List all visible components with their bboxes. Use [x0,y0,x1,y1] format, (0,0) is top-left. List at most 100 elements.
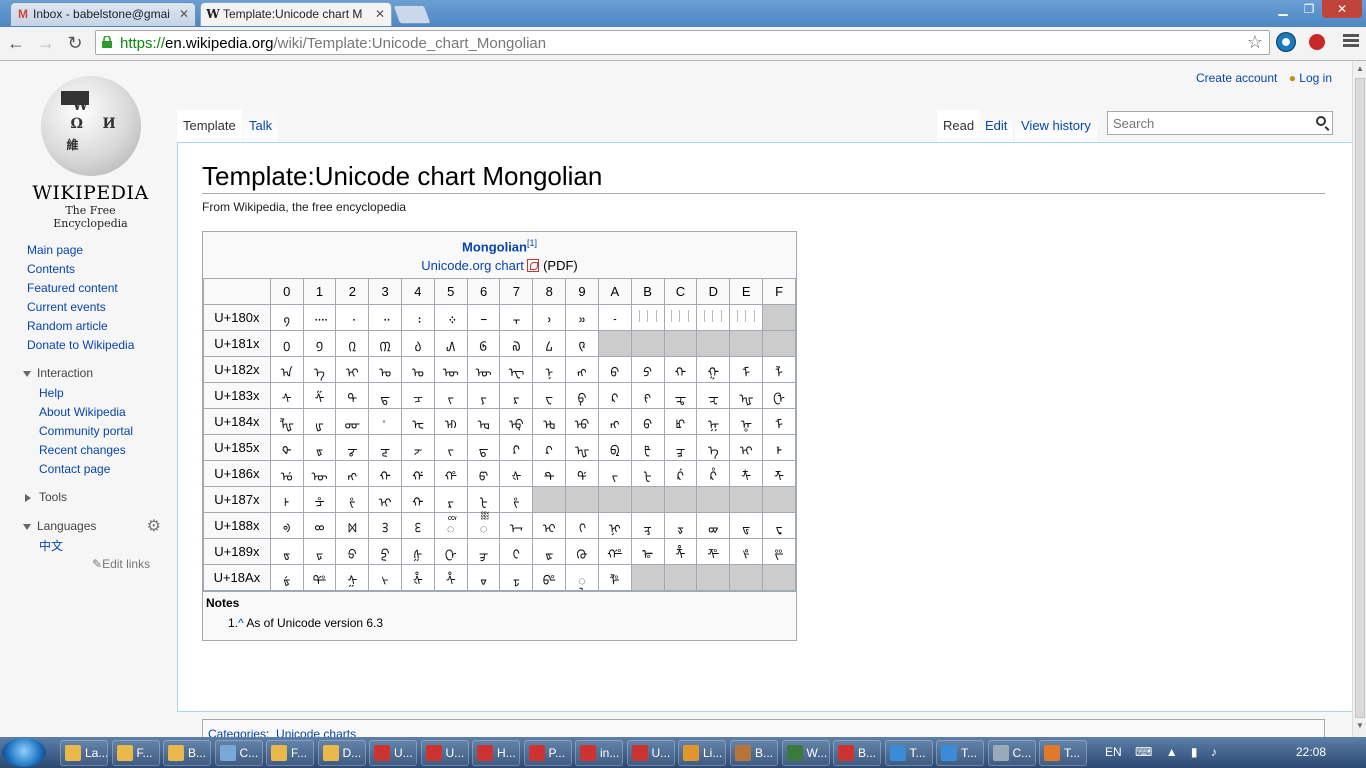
character-glyph[interactable]: ᢒ [348,548,357,563]
taskbar-item[interactable]: W... [781,740,830,766]
character-glyph[interactable]: ᡟ [776,444,782,459]
taskbar-item[interactable]: F... [266,740,314,766]
taskbar-item[interactable]: D... [317,740,366,766]
search-input[interactable] [1111,115,1305,132]
character-glyph[interactable]: ᠂ [350,314,355,329]
edit-links[interactable]: ✎Edit links [92,557,150,571]
character-glyph[interactable]: ᡲ [349,496,355,511]
character-glyph[interactable]: ᡄ [412,418,424,433]
keyboard-icon[interactable]: ⌨ [1135,745,1152,759]
character-glyph[interactable]: ᡛ [644,444,651,459]
character-glyph[interactable]: ᡮ [741,470,751,485]
character-glyph[interactable]: ᠖ [479,340,487,355]
character-glyph[interactable]: ᡳ [379,496,392,511]
character-glyph[interactable]: ᢨ [543,574,556,589]
character-glyph[interactable]: ᠺ [611,392,618,407]
character-glyph[interactable]: ᠤ [412,366,424,381]
character-glyph[interactable]: ᢊ [609,522,621,537]
character-glyph[interactable]: ᢔ [414,548,423,563]
sidebar-item-featured-content[interactable]: Featured content [27,279,134,298]
character-glyph[interactable]: ᡆ [478,418,490,433]
character-glyph[interactable]: ᡊ [610,418,620,433]
character-glyph[interactable]: ᠊ [614,314,616,329]
character-glyph[interactable]: ᡀ [279,418,294,433]
gear-icon[interactable]: ⚙ [147,516,161,536]
character-glyph[interactable]: ᢄ [415,522,421,537]
character-glyph[interactable]: ᡩ [577,470,587,485]
character-glyph[interactable]: ᡢ [348,470,358,485]
character-glyph[interactable]: ᡫ [644,470,652,485]
sidebar-item-current-events[interactable]: Current events [27,298,134,317]
character-glyph[interactable]: ᠗ [512,340,520,355]
character-glyph[interactable]: ᠼ [675,392,687,407]
character-glyph[interactable]: ᡶ [479,496,487,511]
character-glyph[interactable]: ᠘ [546,340,553,355]
languages-heading[interactable]: Languages ⚙ [23,516,161,536]
sidebar-item-help[interactable]: Help [39,384,133,403]
taskbar-item[interactable]: C... [214,740,263,766]
search-icon[interactable] [1316,116,1326,126]
scroll-up-icon[interactable]: ▲ [1355,64,1365,73]
bookmark-star-icon[interactable]: ☆ [1247,32,1263,53]
taskbar-item[interactable]: H... [472,740,520,766]
character-glyph[interactable]: ᢦ [480,574,487,589]
tray-expand-icon[interactable]: ▲ [1166,745,1178,759]
taskbar-item[interactable]: Li... [678,740,726,766]
sidebar-item-recent-changes[interactable]: Recent changes [39,441,133,460]
character-glyph[interactable]: ᠦ [476,366,492,381]
character-glyph[interactable]: ᠕ [446,340,455,355]
character-glyph[interactable]: ᢀ [283,522,291,537]
address-bar[interactable]: https://en.wikipedia.org/wiki/Template:U… [95,30,1270,55]
character-glyph[interactable]: ᡭ [710,470,717,485]
sidebar-item-main-page[interactable]: Main page [27,241,134,260]
character-glyph[interactable]: ᠓ [379,340,390,355]
character-glyph[interactable]: ᠢ [346,366,359,381]
character-glyph[interactable]: ᠡ [314,366,325,381]
categories-label[interactable]: Categories [208,727,266,737]
character-glyph[interactable]: ᢣ [382,574,389,589]
character-glyph[interactable]: ᠹ [578,392,587,407]
browser-tab-gmail[interactable]: M Inbox - babelstone@gmai ✕ [10,2,196,26]
character-glyph[interactable]: ᡵ [448,496,454,511]
character-glyph[interactable]: ᢂ [348,522,357,537]
character-glyph[interactable]: ᡥ [444,470,457,485]
start-button[interactable] [2,738,46,767]
character-glyph[interactable]: ᠭ [708,366,719,381]
character-glyph[interactable]: ᢝ [707,548,719,563]
character-glyph[interactable]: ᡎ [740,418,752,433]
character-glyph[interactable]: ᡨ [544,470,555,485]
character-glyph[interactable]: ᡜ [676,444,685,459]
character-glyph[interactable]: ᡣ [380,470,391,485]
character-glyph[interactable]: ◌ᢩ [578,574,586,589]
character-glyph[interactable]: ᢐ [283,548,290,563]
character-glyph[interactable]: ᡌ [676,418,685,433]
character-glyph[interactable]: ᠁ [312,314,327,329]
character-glyph[interactable]: ᠻ [644,392,651,407]
chart-title-link[interactable]: Mongolian [462,239,527,254]
character-glyph[interactable]: ᡅ [445,418,457,433]
character-glyph[interactable]: ᠈ [547,314,551,329]
character-glyph[interactable]: ᠱ [315,392,325,407]
taskbar-item[interactable]: F... [111,740,160,766]
create-account-link[interactable]: Create account [1196,71,1277,85]
character-glyph[interactable]: ᠴ [413,392,423,407]
character-glyph[interactable]: ᡡ [311,470,327,485]
taskbar-item[interactable]: C... [987,740,1036,766]
character-glyph[interactable]: ᢍ [708,522,718,537]
chart-title-ref[interactable]: [1] [527,238,537,248]
vertical-scrollbar[interactable]: ▲ ▼ [1352,61,1366,737]
character-glyph[interactable]: ᢘ [545,548,553,563]
sidebar-item-about[interactable]: About Wikipedia [39,403,133,422]
tab-template[interactable]: Template [177,110,242,142]
character-glyph[interactable]: ᡒ [347,444,357,459]
character-glyph[interactable]: ᠃ [381,314,390,329]
note-backlink[interactable]: ^ [238,616,244,630]
character-glyph[interactable]: ᠑ [316,340,323,355]
character-glyph[interactable]: ᢎ [742,522,750,537]
character-glyph[interactable]: ᢁ [314,522,324,537]
sidebar-item-contact-page[interactable]: Contact page [39,460,133,479]
character-glyph[interactable]: ᡪ [612,470,618,485]
character-glyph[interactable]: ᠸ [545,392,553,407]
character-glyph[interactable]: ᠩ [577,366,587,381]
taskbar-item[interactable]: P... [523,740,572,766]
